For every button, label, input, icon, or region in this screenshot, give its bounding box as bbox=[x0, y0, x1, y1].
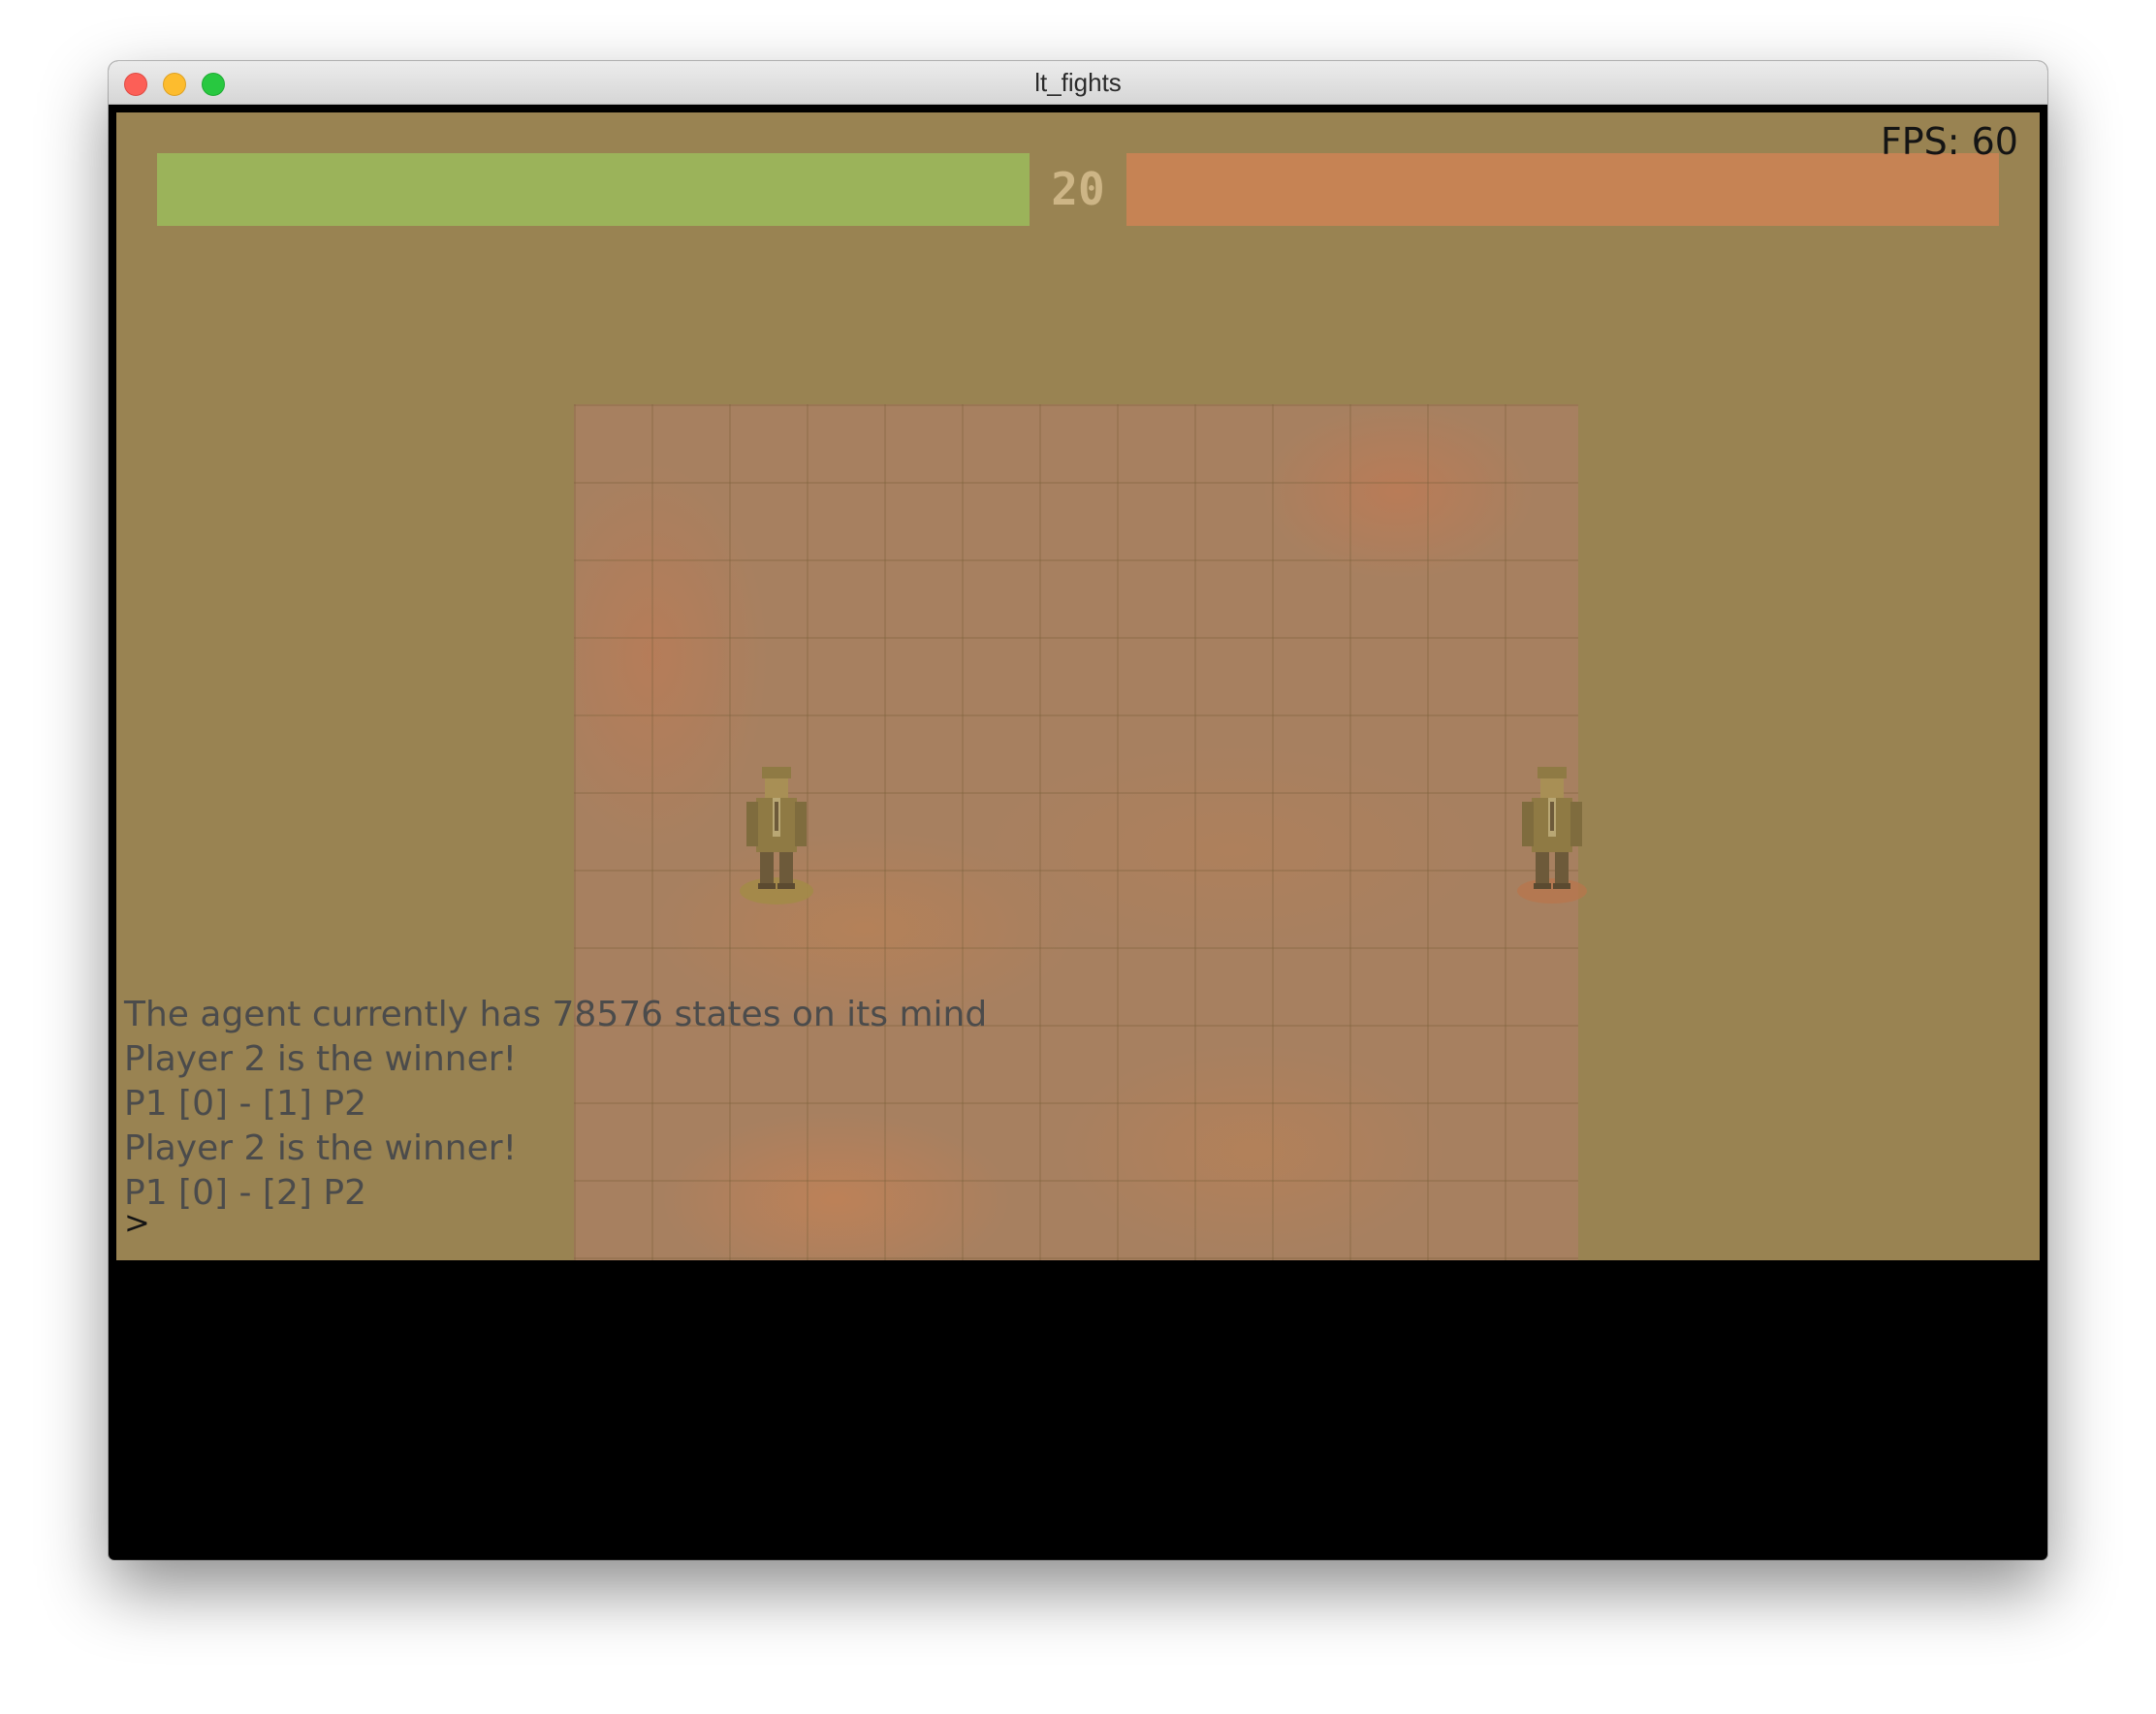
game-canvas[interactable]: 20 FPS: 60 The agent currently has 78576… bbox=[116, 112, 2040, 1260]
title-bar[interactable]: lt_fights bbox=[109, 61, 2047, 105]
log-line: Player 2 is the winner! bbox=[124, 1128, 517, 1168]
window-title: lt_fights bbox=[1034, 68, 1122, 97]
log-line: P1 [0] - [2] P2 bbox=[124, 1173, 366, 1213]
log-line: Player 2 is the winner! bbox=[124, 1039, 517, 1079]
log-line: The agent currently has 78576 states on … bbox=[124, 995, 988, 1034]
player2-fighter-icon bbox=[1517, 767, 1587, 904]
console-log: The agent currently has 78576 states on … bbox=[124, 993, 987, 1216]
fps-counter: FPS: 60 bbox=[1880, 120, 2018, 163]
player1-health-bar bbox=[157, 153, 1030, 226]
game-window: lt_fights 20 FPS: 60 The agent currently… bbox=[109, 61, 2047, 1560]
player2-health-bar bbox=[1126, 153, 1999, 226]
console-prompt[interactable]: > bbox=[124, 1204, 150, 1241]
player1-fighter-icon bbox=[740, 767, 813, 905]
log-line: P1 [0] - [1] P2 bbox=[124, 1084, 366, 1124]
round-timer: 20 bbox=[1051, 163, 1105, 215]
